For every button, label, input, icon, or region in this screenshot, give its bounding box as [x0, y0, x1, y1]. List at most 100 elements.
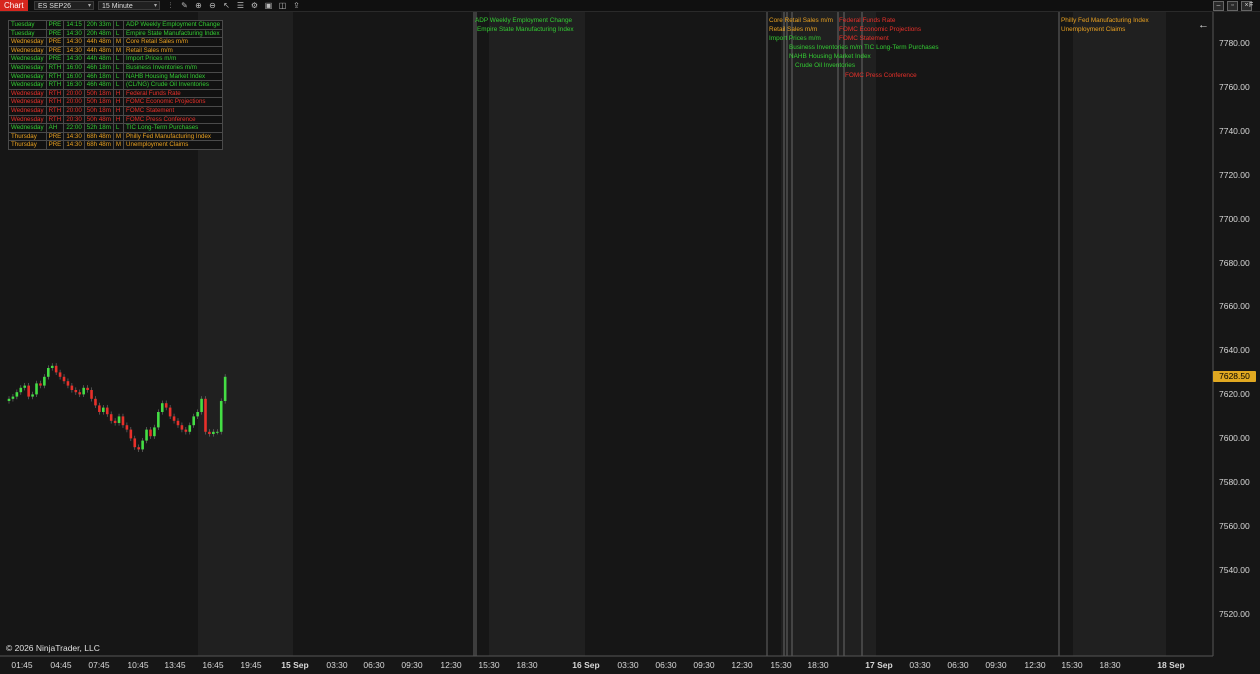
candle-body [58, 372, 62, 377]
minimize-icon[interactable]: – [1213, 1, 1224, 11]
event-row: Wednesday PRE 14:30 44h 48m M Core Retail Sal… [8, 37, 224, 47]
price-tick-label: 7540.00 [1219, 564, 1250, 575]
event-session: AH [45, 123, 65, 133]
event-row: Tuesday PRE 14:30 20h 48m L Empire State Manu… [8, 28, 224, 39]
candle-body [184, 429, 188, 432]
event-time: 20:30 [63, 114, 85, 125]
candle-body [223, 376, 227, 401]
event-day: Thursday [8, 131, 47, 142]
candle-body [164, 403, 168, 408]
instrument-label: ES SEP26 [38, 3, 72, 10]
event-day: Wednesday [8, 45, 47, 56]
candle-body [160, 403, 164, 412]
templates-icon[interactable]: ▣ [264, 1, 273, 10]
event-label: Philly Fed Manufacturing Index [1061, 17, 1149, 24]
candle-body [219, 401, 223, 432]
zoom-in-icon[interactable]: ⊕ [194, 1, 203, 10]
event-name: (CL/NG) Crude Oil Inventories [123, 80, 224, 90]
event-eta: 46h 18m [83, 71, 114, 82]
event-day: Wednesday [8, 88, 47, 99]
event-session: PRE [45, 54, 65, 64]
candle-body [133, 438, 137, 448]
event-row: Wednesday RTH 20:00 50h 18m H Federal Funds R… [8, 88, 224, 99]
time-tick-label: 15:30 [770, 660, 792, 670]
candle-body [141, 440, 144, 450]
candle-body [15, 392, 19, 397]
candle-body [212, 431, 215, 434]
candle-body [35, 383, 38, 395]
interval-label: 15 Minute [102, 3, 133, 10]
pointer-icon[interactable]: ↖ [222, 1, 231, 10]
event-label: Federal Funds Rate [839, 17, 896, 24]
event-eta: 68h 48m [83, 140, 114, 150]
event-session: PRE [45, 28, 65, 39]
chart-tab[interactable]: Chart [0, 0, 28, 11]
candle-body [188, 425, 192, 432]
event-name: Federal Funds Rate [123, 88, 224, 99]
event-row: Wednesday PRE 14:30 44h 48m L Import Prices m… [8, 54, 224, 64]
price-tick-label: 7560.00 [1219, 520, 1250, 531]
maximize-icon[interactable]: ▫ [1227, 1, 1238, 11]
event-impact: L [112, 80, 125, 90]
event-time: 22:00 [63, 123, 85, 133]
event-time: 16:30 [63, 80, 85, 90]
draw-icon[interactable]: ✎ [180, 1, 189, 10]
instrument-selector[interactable]: ES SEP26 ▾ [34, 1, 94, 10]
event-day: Wednesday [8, 37, 47, 47]
event-day: Thursday [8, 140, 47, 150]
event-row: Wednesday RTH 16:30 46h 48m L (CL/NG) Crude O… [8, 80, 224, 90]
time-tick-label: 10:45 [127, 660, 149, 670]
time-tick-label: 18:30 [516, 660, 538, 670]
back-arrow-icon[interactable]: ← [1198, 19, 1209, 31]
event-time: 20:00 [63, 105, 85, 116]
event-eta: 46h 48m [83, 80, 114, 90]
event-impact: H [112, 114, 125, 125]
strategies-icon[interactable]: ⚙ [250, 1, 259, 10]
event-day: Wednesday [8, 62, 47, 73]
bars-icon[interactable]: ⫶ [166, 1, 175, 10]
properties-icon[interactable]: ☰ [236, 1, 245, 10]
copyright-text: © 2026 NinjaTrader, LLC [6, 643, 100, 653]
event-day: Tuesday [8, 20, 47, 30]
time-tick-label: 03:30 [909, 660, 931, 670]
interval-selector[interactable]: 15 Minute ▾ [98, 1, 160, 10]
candle-body [168, 407, 172, 417]
candle-body [149, 429, 152, 437]
event-time: 20:00 [63, 88, 85, 99]
candle-body [78, 392, 82, 395]
candle-body [180, 425, 184, 430]
screenshot-icon[interactable]: ◫ [278, 1, 287, 10]
candle-body [117, 416, 121, 423]
last-price-marker: 7628.50 [1213, 371, 1256, 382]
zoom-out-icon[interactable]: ⊖ [208, 1, 217, 10]
candle-body [19, 387, 23, 393]
event-impact: H [112, 97, 125, 107]
candle-body [145, 429, 148, 441]
candle-body [129, 429, 133, 439]
event-name: Unemployment Claims [123, 140, 224, 150]
event-session: RTH [45, 71, 65, 82]
event-row: Tuesday PRE 14:15 20h 33m L ADP Weekly Employ… [8, 20, 224, 30]
candle-body [98, 405, 101, 412]
event-row: Wednesday RTH 16:00 46h 18m L NAHB Housing Ma… [8, 71, 224, 82]
price-tick-label: 7660.00 [1219, 301, 1250, 312]
time-tick-label: 13:45 [164, 660, 186, 670]
event-impact: H [112, 105, 125, 116]
time-tick-label: 15 Sep [281, 660, 309, 670]
candle-body [137, 447, 140, 450]
event-impact: H [112, 88, 125, 99]
candle-body [74, 390, 78, 393]
candle-body [82, 387, 85, 395]
share-icon[interactable]: ⇪ [292, 1, 301, 10]
candle-body [43, 376, 46, 386]
event-eta: 50h 18m [83, 88, 114, 99]
chevron-down-icon: ▾ [153, 3, 157, 9]
price-tick-label: 7600.00 [1219, 433, 1250, 444]
time-tick-label: 12:30 [440, 660, 462, 670]
event-eta: 68h 48m [83, 131, 114, 142]
event-time: 14:30 [63, 140, 85, 150]
event-time: 14:30 [63, 45, 85, 56]
event-session: RTH [45, 80, 65, 90]
event-eta: 20h 48m [83, 28, 114, 39]
candle-body [102, 407, 105, 412]
